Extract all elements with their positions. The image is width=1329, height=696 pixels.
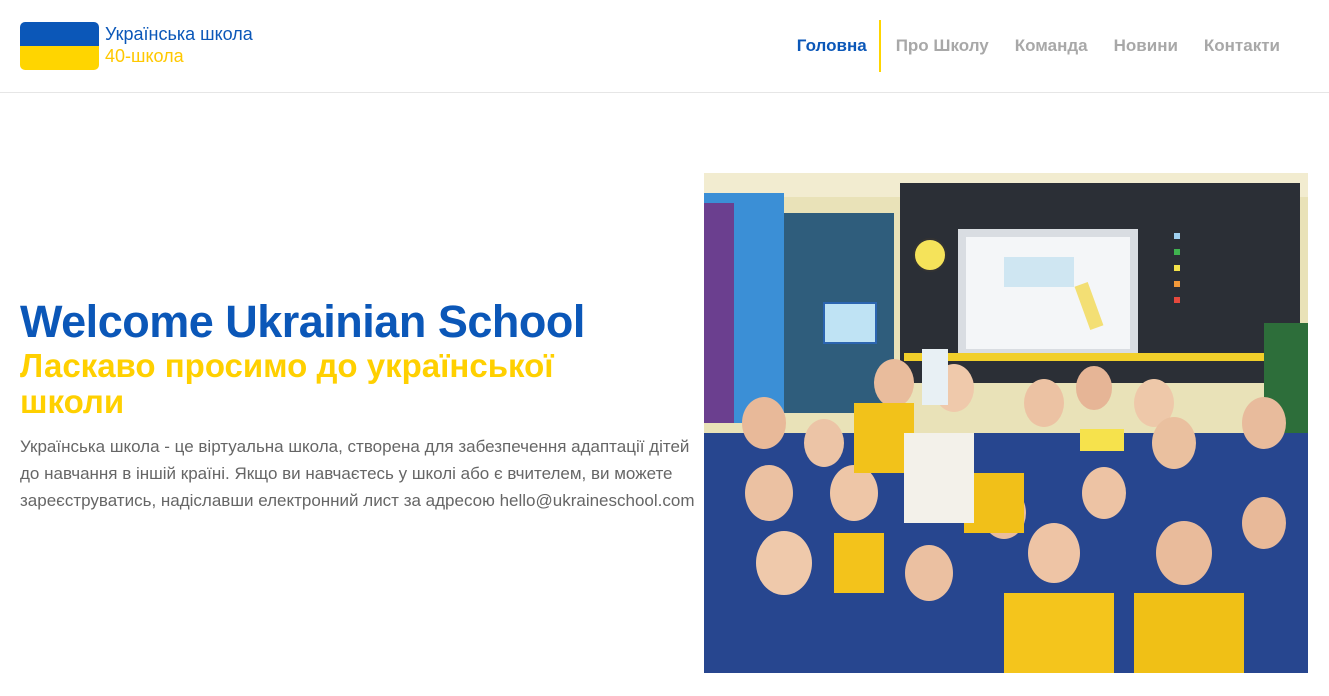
logo-text: Українська школа 40-школа xyxy=(105,23,253,67)
main-nav: Головна Про Школу Команда Новини Контакт… xyxy=(784,20,1293,72)
hero-section: Welcome Ukrainian School Ласкаво просимо… xyxy=(20,296,700,514)
site-logo[interactable]: Українська школа 40-школа xyxy=(20,22,253,70)
hero-title: Welcome Ukrainian School xyxy=(20,296,585,347)
logo-subtitle: 40-школа xyxy=(105,46,184,66)
classroom-photo xyxy=(704,173,1308,673)
hero-description: Українська школа - це віртуальна школа, … xyxy=(20,437,695,510)
logo-title: Українська школа xyxy=(105,24,253,44)
nav-item-news[interactable]: Новини xyxy=(1101,20,1191,72)
nav-item-contacts[interactable]: Контакти xyxy=(1191,20,1293,72)
nav-item-team[interactable]: Команда xyxy=(1002,20,1101,72)
ukraine-flag-icon xyxy=(20,22,99,70)
nav-item-home[interactable]: Головна xyxy=(784,20,879,72)
nav-active-divider xyxy=(878,20,881,72)
site-header: Українська школа 40-школа Головна Про Шк… xyxy=(0,0,1329,93)
nav-item-about[interactable]: Про Школу xyxy=(883,20,1002,72)
hero-subtitle: Ласкаво просимо до української школи xyxy=(20,347,554,420)
